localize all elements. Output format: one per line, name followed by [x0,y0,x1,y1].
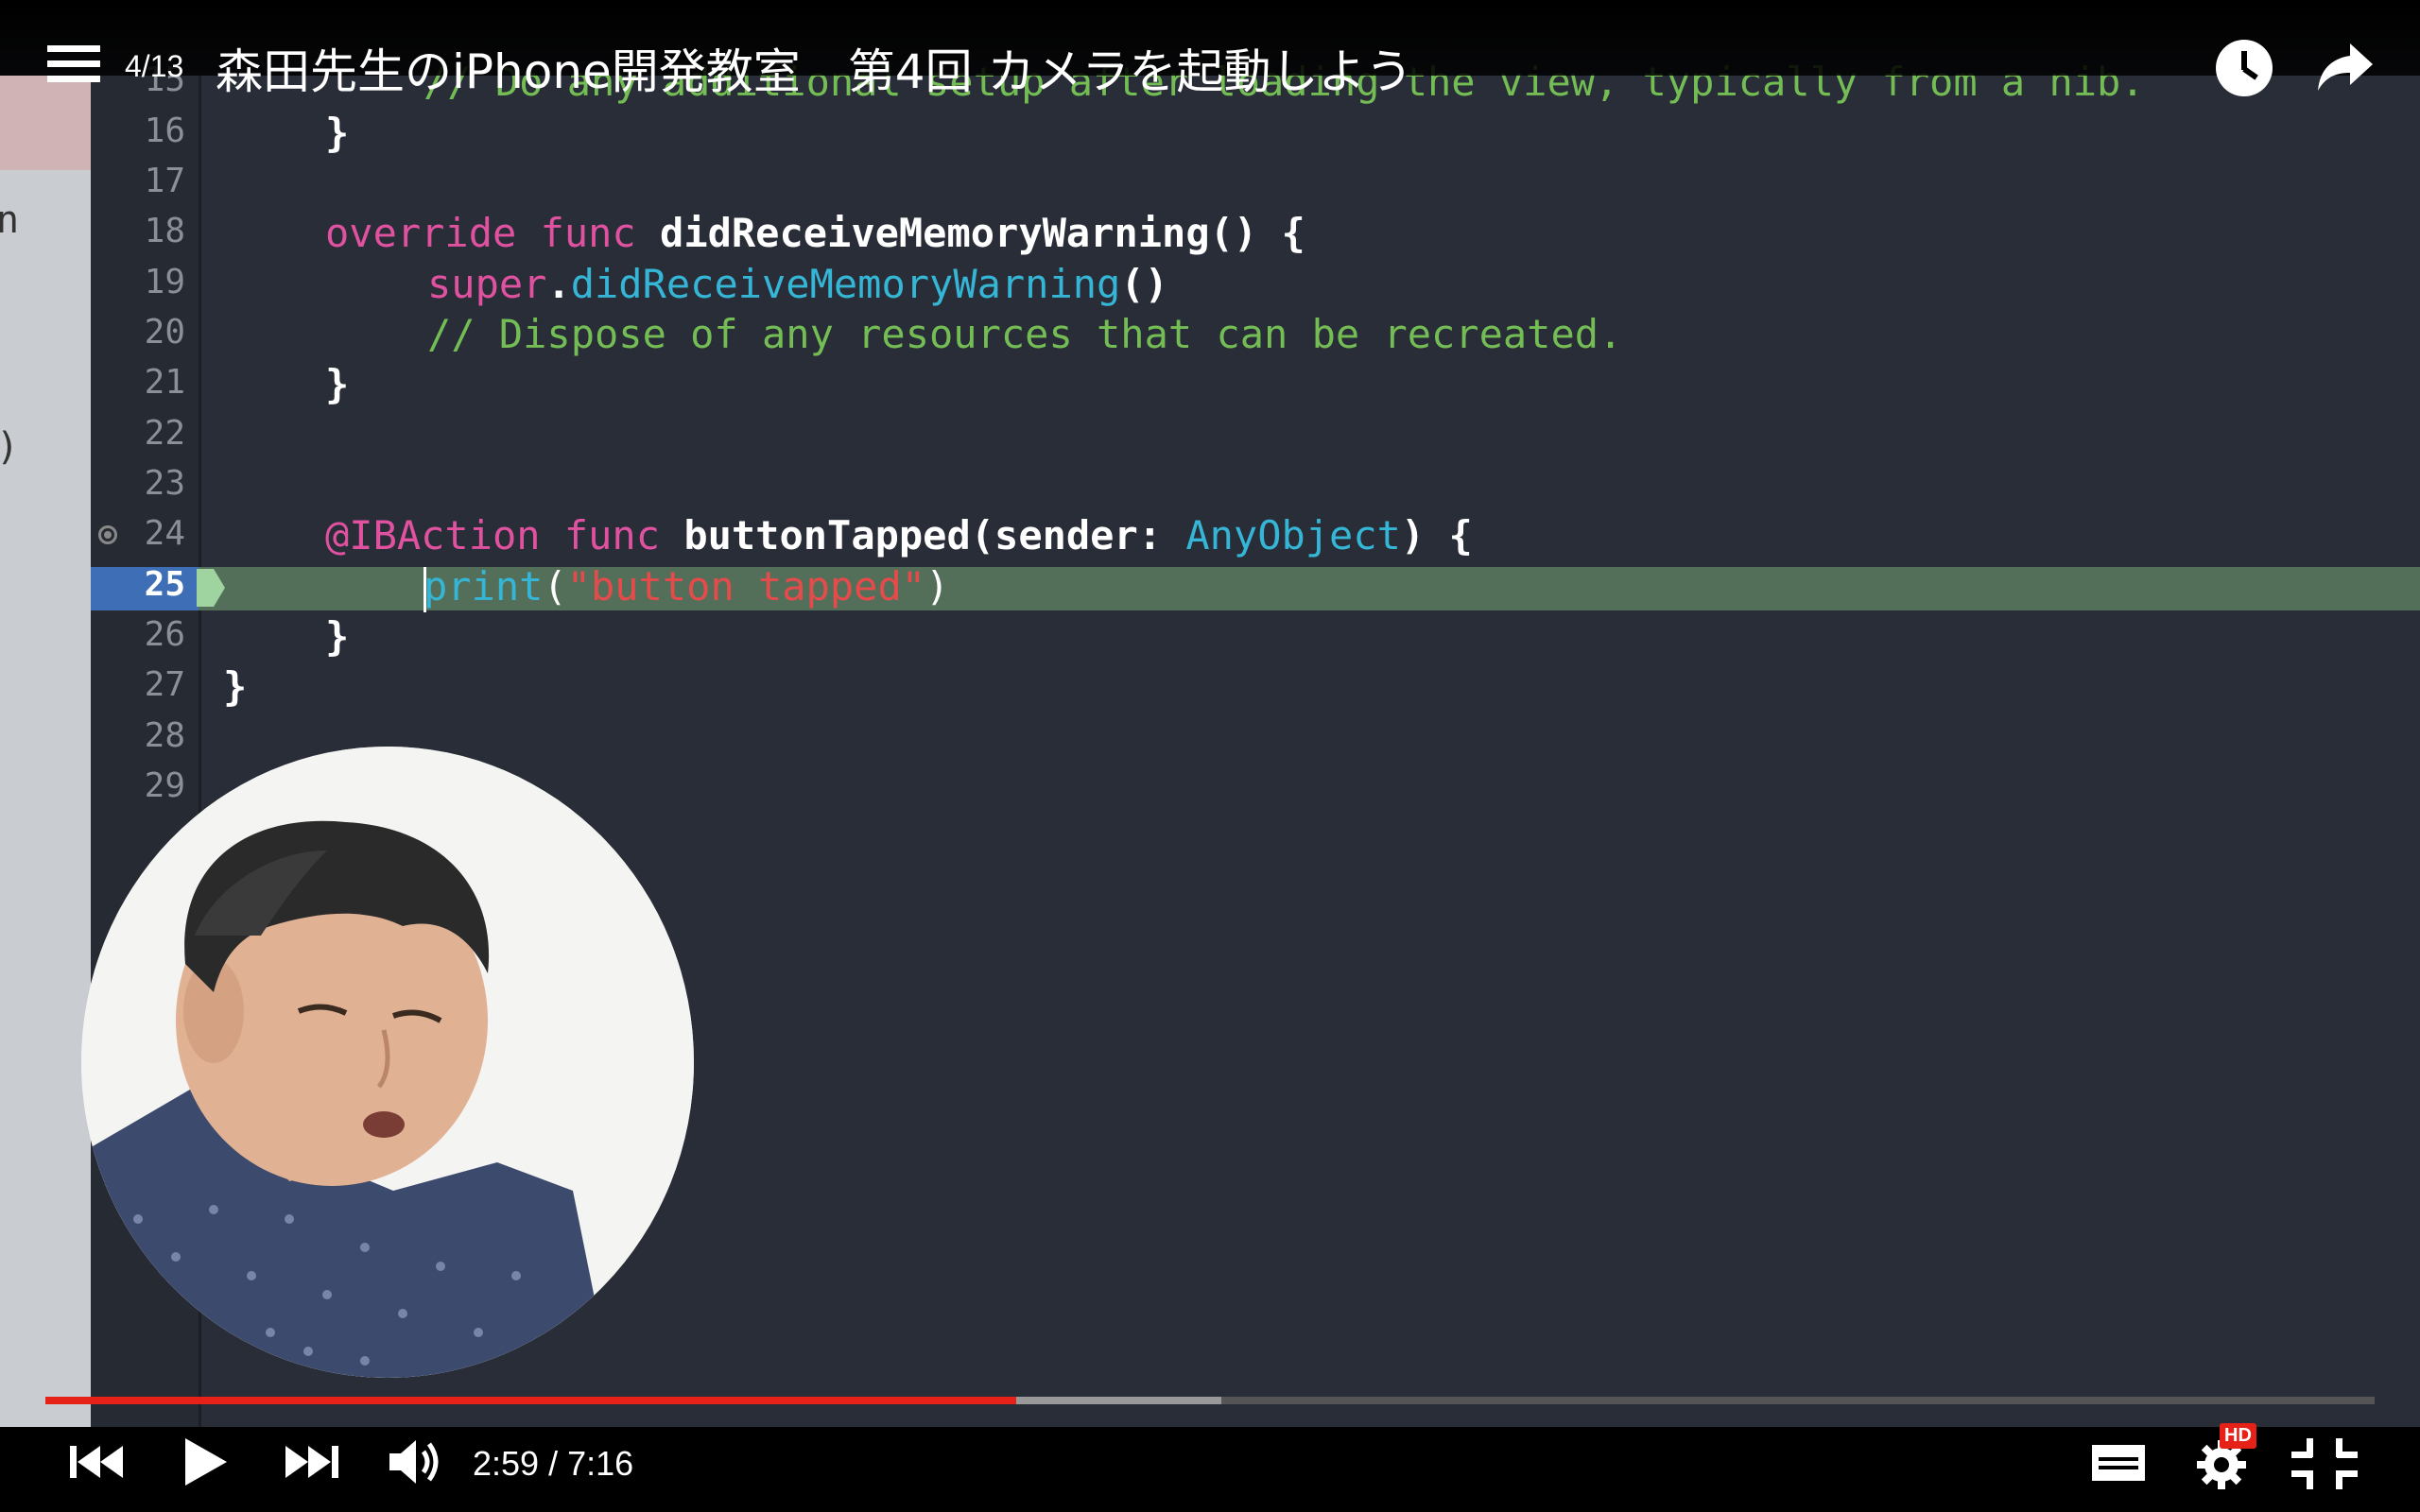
code-punctuation: () [1120,261,1168,307]
line-number: 22 [144,414,185,453]
navigator-fragment: ) [0,425,19,469]
line-number: 20 [144,313,185,352]
code-string-literal: "button tapped" [566,563,926,610]
progress-bar-played[interactable] [45,1397,1017,1404]
watch-later-clock-icon[interactable] [2216,40,2273,96]
navigator-strip: n ) [0,76,91,1436]
line-number: 29 [144,766,185,805]
play-icon[interactable] [182,1436,229,1487]
line-number: 17 [144,162,185,200]
player-control-bar [0,1427,2420,1512]
navigator-fragment: n [0,198,20,242]
presenter-webcam-video [81,747,694,1378]
code-line: } [325,613,350,660]
code-line: } [223,663,248,710]
code-function-name: buttonTapped(sender: [683,512,1163,558]
line-number: 23 [144,464,185,503]
volume-icon[interactable] [388,1438,444,1486]
line-number: 24 [144,514,185,553]
line-number: 26 [144,615,185,654]
code-punctuation: ( [543,563,567,610]
exit-fullscreen-icon[interactable] [2291,1438,2358,1489]
line-number: 21 [144,363,185,402]
line-number: 27 [144,665,185,704]
code-comment: // Dispose of any resources that can be … [427,311,1623,357]
code-function-call: print [424,563,544,610]
code-function-name: didReceiveMemoryWarning() { [660,210,1305,256]
video-title[interactable]: 森田先生のiPhone開発教室 第4回 カメラを起動しよう [216,34,1412,102]
code-line: } [325,361,350,407]
code-keyword: @IBAction func [325,512,661,558]
playlist-menu-icon[interactable] [47,45,100,87]
share-arrow-icon[interactable] [2316,42,2375,93]
code-punctuation: ) [925,563,950,610]
code-line: super.didReceiveMemoryWarning() [427,261,1168,307]
code-punctuation: ) { [1400,512,1473,558]
playlist-position: 4/13 [125,49,184,83]
captions-icon[interactable] [2091,1444,2146,1482]
code-method-call: didReceiveMemoryWarning [570,261,1121,307]
line-number: 28 [144,716,185,755]
code-line-current[interactable]: print("button tapped") [424,563,949,612]
line-number: 19 [144,263,185,301]
previous-video-icon[interactable] [68,1442,125,1482]
next-video-icon[interactable] [284,1442,340,1482]
code-keyword: super [427,261,547,307]
code-type-name: AnyObject [1185,512,1401,558]
code-line: @IBAction func buttonTapped(sender: AnyO… [325,512,1473,558]
time-display: 2:59 / 7:16 [473,1444,634,1483]
code-line: override func didReceiveMemoryWarning() … [325,210,1305,256]
hd-quality-badge: HD [2220,1423,2256,1449]
code-keyword: override func [325,210,636,256]
code-line: } [325,110,350,156]
line-number: 16 [144,112,185,150]
current-line-number: 25 [144,565,185,604]
navigator-selected-row[interactable] [0,76,91,170]
line-number: 18 [144,212,185,250]
code-punctuation: . [546,261,571,307]
presenter-photo [81,747,694,1378]
